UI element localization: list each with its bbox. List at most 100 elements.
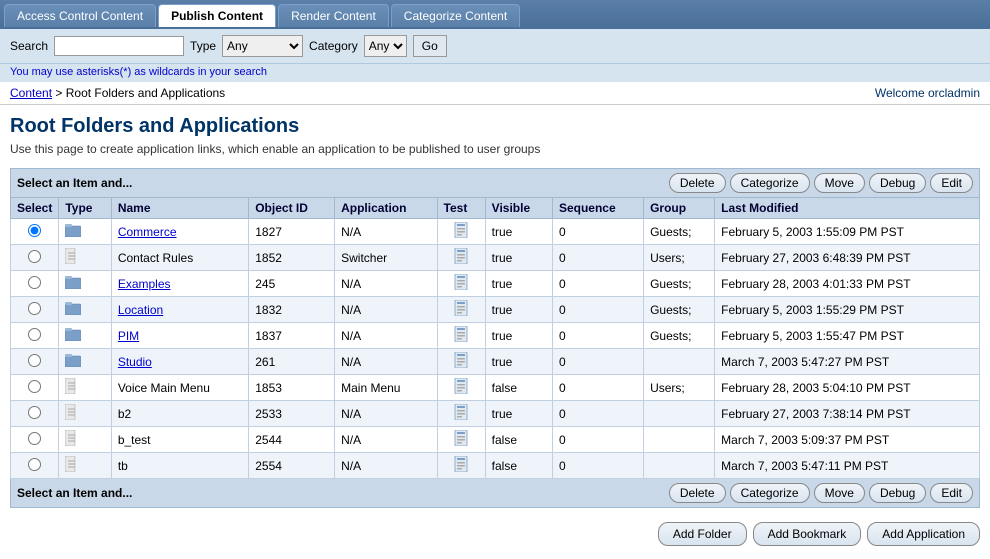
row-application: N/A — [335, 453, 437, 479]
test-icon[interactable] — [454, 357, 468, 371]
row-last-modified: March 7, 2003 5:47:27 PM PST — [715, 349, 980, 375]
row-visible: false — [485, 375, 552, 401]
row-name-link[interactable]: Location — [118, 303, 163, 317]
row-name: b2 — [111, 401, 248, 427]
move-button[interactable]: Move — [814, 173, 865, 193]
breadcrumb: Content > Root Folders and Applications … — [0, 82, 990, 105]
row-name-link[interactable]: Studio — [118, 355, 152, 369]
edit-button[interactable]: Edit — [930, 483, 973, 503]
table-row: b22533N/Atrue0February 27, 2003 7:38:14 … — [11, 401, 980, 427]
row-application: N/A — [335, 323, 437, 349]
add-application-button[interactable]: Add Application — [867, 522, 980, 546]
add-folder-button[interactable]: Add Folder — [658, 522, 747, 546]
row-group: Guests; — [644, 271, 715, 297]
folder-icon — [65, 304, 81, 318]
row-object-id: 261 — [249, 349, 335, 375]
test-icon[interactable] — [454, 461, 468, 475]
row-name: tb — [111, 453, 248, 479]
row-last-modified: February 28, 2003 5:04:10 PM PST — [715, 375, 980, 401]
row-radio-9[interactable] — [28, 458, 41, 471]
row-sequence: 0 — [552, 245, 643, 271]
row-object-id: 1853 — [249, 375, 335, 401]
row-object-id: 1832 — [249, 297, 335, 323]
row-group — [644, 453, 715, 479]
debug-button[interactable]: Debug — [869, 173, 926, 193]
doc-icon — [65, 409, 78, 423]
row-group: Users; — [644, 375, 715, 401]
wildcard-hint: You may use asterisks(*) as wildcards in… — [0, 64, 990, 82]
col-object-id: Object ID — [249, 198, 335, 219]
type-select[interactable]: AnyFolderApplicationBookmark — [222, 35, 303, 57]
row-last-modified: February 5, 2003 1:55:47 PM PST — [715, 323, 980, 349]
page-title: Root Folders and Applications — [10, 115, 980, 138]
top-toolbar-wrapper: Select an Item and... DeleteCategorizeMo… — [10, 168, 980, 508]
tab-access-control[interactable]: Access Control Content — [4, 4, 156, 27]
categorize-button[interactable]: Categorize — [730, 173, 810, 193]
row-radio-8[interactable] — [28, 432, 41, 445]
row-last-modified: February 27, 2003 6:48:39 PM PST — [715, 245, 980, 271]
tab-categorize-content[interactable]: Categorize Content — [391, 4, 520, 27]
row-last-modified: February 5, 2003 1:55:09 PM PST — [715, 219, 980, 245]
edit-button[interactable]: Edit — [930, 173, 973, 193]
categorize-button[interactable]: Categorize — [730, 483, 810, 503]
tab-publish-content[interactable]: Publish Content — [158, 4, 276, 27]
row-visible: true — [485, 401, 552, 427]
row-visible: false — [485, 453, 552, 479]
test-icon[interactable] — [454, 227, 468, 241]
category-select[interactable]: Any — [364, 35, 407, 57]
row-visible: false — [485, 427, 552, 453]
table-row: Voice Main Menu1853Main Menufalse0Users;… — [11, 375, 980, 401]
row-radio-4[interactable] — [28, 328, 41, 341]
doc-icon — [65, 435, 78, 449]
row-radio-5[interactable] — [28, 354, 41, 367]
row-visible: true — [485, 219, 552, 245]
debug-button[interactable]: Debug — [869, 483, 926, 503]
row-application: N/A — [335, 219, 437, 245]
folder-icon — [65, 226, 81, 240]
row-object-id: 2544 — [249, 427, 335, 453]
row-radio-3[interactable] — [28, 302, 41, 315]
row-object-id: 245 — [249, 271, 335, 297]
row-radio-0[interactable] — [28, 224, 41, 237]
row-name-link[interactable]: Commerce — [118, 225, 177, 239]
test-icon[interactable] — [454, 279, 468, 293]
breadcrumb-separator: > — [55, 86, 62, 100]
test-icon[interactable] — [454, 305, 468, 319]
welcome-text: Welcome orcladmin — [875, 86, 980, 100]
row-group — [644, 427, 715, 453]
row-name: Contact Rules — [111, 245, 248, 271]
move-button[interactable]: Move — [814, 483, 865, 503]
row-last-modified: February 5, 2003 1:55:29 PM PST — [715, 297, 980, 323]
test-icon[interactable] — [454, 383, 468, 397]
delete-button[interactable]: Delete — [669, 173, 726, 193]
test-icon[interactable] — [454, 331, 468, 345]
row-application: N/A — [335, 297, 437, 323]
go-button[interactable]: Go — [413, 35, 447, 57]
row-radio-1[interactable] — [28, 250, 41, 263]
tab-render-content[interactable]: Render Content — [278, 4, 389, 27]
test-icon[interactable] — [454, 253, 468, 267]
doc-icon — [65, 253, 78, 267]
bottom-toolbar-buttons: DeleteCategorizeMoveDebugEdit — [669, 483, 973, 503]
add-bookmark-button[interactable]: Add Bookmark — [753, 522, 862, 546]
breadcrumb-content-link[interactable]: Content — [10, 86, 52, 100]
row-group: Guests; — [644, 297, 715, 323]
row-radio-2[interactable] — [28, 276, 41, 289]
toolbar-label: Select an Item and... — [17, 176, 132, 190]
breadcrumb-path: Content > Root Folders and Applications — [10, 86, 225, 100]
test-icon[interactable] — [454, 409, 468, 423]
row-radio-6[interactable] — [28, 380, 41, 393]
row-sequence: 0 — [552, 401, 643, 427]
search-input[interactable] — [54, 36, 184, 56]
table-row: Contact Rules1852Switchertrue0Users;Febr… — [11, 245, 980, 271]
row-sequence: 0 — [552, 323, 643, 349]
top-toolbar-buttons: DeleteCategorizeMoveDebugEdit — [669, 173, 973, 193]
delete-button[interactable]: Delete — [669, 483, 726, 503]
row-name-link[interactable]: PIM — [118, 329, 139, 343]
page-description: Use this page to create application link… — [10, 142, 980, 156]
row-name: b_test — [111, 427, 248, 453]
test-icon[interactable] — [454, 435, 468, 449]
row-radio-7[interactable] — [28, 406, 41, 419]
row-name-link[interactable]: Examples — [118, 277, 171, 291]
row-application: Switcher — [335, 245, 437, 271]
